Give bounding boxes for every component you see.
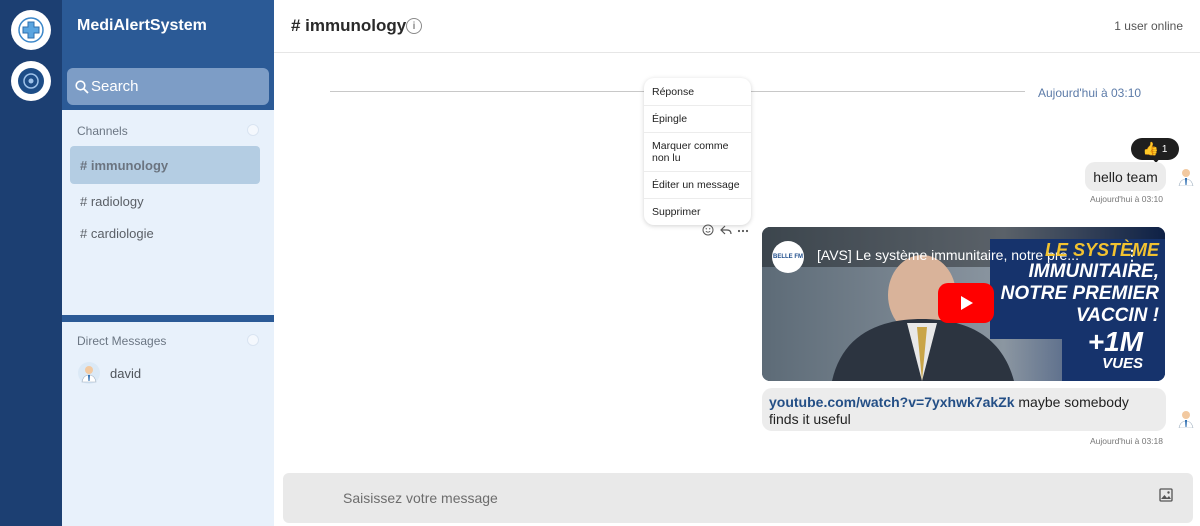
message-actions xyxy=(702,224,749,236)
channels-label: Channels xyxy=(77,124,128,138)
menu-item-reply[interactable]: Réponse xyxy=(644,78,751,106)
section-divider xyxy=(62,315,274,322)
search-input[interactable]: Search xyxy=(67,68,269,105)
online-status: 1 user online xyxy=(1114,19,1183,33)
sidebar-header: MediAlertSystem Search xyxy=(62,0,274,110)
sidebar-item-cardiologie[interactable]: # cardiologie xyxy=(70,214,260,252)
date-separator: Aujourd'hui à 03:10 xyxy=(1038,86,1142,100)
doctor-avatar-icon[interactable] xyxy=(1176,166,1196,186)
thumbs-up-icon: 👍 xyxy=(1142,141,1159,156)
info-icon[interactable]: i xyxy=(406,18,422,34)
search-icon xyxy=(75,79,89,94)
sidebar: MediAlertSystem Search Channels # immuno… xyxy=(62,0,274,526)
menu-item-delete[interactable]: Supprimer xyxy=(644,199,751,225)
message-bubble[interactable]: youtube.com/watch?v=7yxhwk7akZk maybe so… xyxy=(762,388,1166,431)
dm-name: david xyxy=(110,365,142,381)
sidebar-item-immunology[interactable]: # immunology xyxy=(70,146,260,184)
medical-cross-icon xyxy=(18,17,44,43)
message-placeholder: Saisissez votre message xyxy=(343,490,498,506)
doctor-avatar-icon[interactable] xyxy=(1176,408,1196,428)
menu-item-mark-unread[interactable]: Marquer comme non lu xyxy=(644,133,751,172)
add-channel-button[interactable] xyxy=(247,124,259,136)
add-dm-button[interactable] xyxy=(247,334,259,346)
message-bubble[interactable]: hello team xyxy=(1085,162,1166,191)
play-icon xyxy=(961,296,973,310)
menu-item-pin[interactable]: Épingle xyxy=(644,106,751,133)
dm-label: Direct Messages xyxy=(77,334,167,348)
channel-logo: BELLE FM xyxy=(772,241,804,273)
emoji-icon[interactable] xyxy=(702,224,714,236)
dm-item-david[interactable]: david xyxy=(78,362,141,384)
reaction-count: 1 xyxy=(1161,143,1168,155)
message-timestamp: Aujourd'hui à 03:18 xyxy=(1090,436,1163,446)
youtube-link[interactable]: youtube.com/watch?v=7yxhwk7akZk xyxy=(769,394,1014,410)
search-placeholder: Search xyxy=(91,78,139,95)
app-title: MediAlertSystem xyxy=(77,17,207,34)
message-input[interactable]: Saisissez votre message xyxy=(283,473,1193,523)
video-embed[interactable]: BELLE FM [AVS] Le système immunitaire, n… xyxy=(762,227,1165,381)
thumbnail-overlay-text: LE SYSTÈME IMMUNITAIRE, NOTRE PREMIER VA… xyxy=(1000,240,1159,326)
page-title: # immunology xyxy=(291,16,407,35)
channel-header: # immunology i 1 user online xyxy=(274,0,1200,53)
workspace-button[interactable] xyxy=(11,61,51,101)
workspace-logo-icon xyxy=(18,68,44,94)
message-context-menu: Réponse Épingle Marquer comme non lu Édi… xyxy=(644,78,751,225)
views-overlay: +1M VUES xyxy=(1087,326,1143,373)
play-button[interactable] xyxy=(938,283,994,323)
more-options-icon[interactable] xyxy=(737,224,749,236)
image-upload-icon[interactable] xyxy=(1159,488,1173,502)
message-timestamp: Aujourd'hui à 03:10 xyxy=(1090,194,1163,204)
main-panel: # immunology i 1 user online Aujourd'hui… xyxy=(274,0,1200,526)
menu-item-edit[interactable]: Éditer un message xyxy=(644,172,751,199)
reply-icon[interactable] xyxy=(719,224,732,236)
app-rail xyxy=(0,0,62,526)
home-button[interactable] xyxy=(11,10,51,50)
doctor-avatar-icon xyxy=(78,362,100,384)
